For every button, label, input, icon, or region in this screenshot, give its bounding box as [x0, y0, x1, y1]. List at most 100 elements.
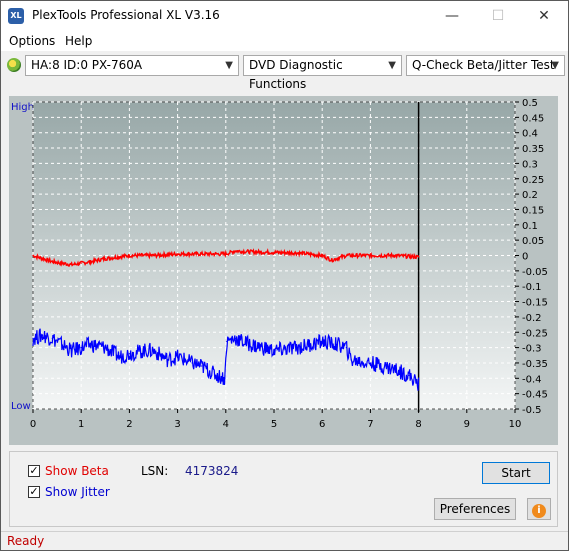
- x-tick-label: 7: [367, 419, 373, 430]
- series-point: [128, 353, 130, 355]
- lsn-value: 4173824: [185, 464, 239, 478]
- toolbar: HA:8 ID:0 PX-760A ▼ DVD Diagnostic Funct…: [1, 51, 568, 91]
- series-point: [104, 347, 106, 349]
- series-point: [224, 377, 226, 379]
- series-point: [70, 264, 73, 266]
- series-point: [297, 252, 299, 254]
- y-tick-label: 0.2: [522, 190, 538, 201]
- drive-select-value: HA:8 ID:0 PX-760A: [31, 58, 143, 72]
- series-point: [167, 359, 169, 361]
- series-point: [143, 350, 145, 352]
- series-point: [418, 256, 420, 258]
- y-tick-label: 0.05: [522, 236, 544, 247]
- y-tick-label: 0.5: [522, 98, 538, 109]
- disc-drive-icon: [7, 58, 21, 72]
- series-point: [273, 251, 275, 254]
- series-point: [331, 259, 333, 261]
- series-point: [104, 257, 106, 260]
- x-tick-label: 8: [415, 419, 421, 430]
- function-select[interactable]: DVD Diagnostic Functions ▼: [243, 55, 402, 91]
- series-point: [234, 337, 237, 339]
- controls-panel: ✓ Show Beta ✓ Show Jitter LSN: 4173824 S…: [9, 451, 558, 527]
- series-point: [51, 261, 53, 263]
- series-point: [152, 350, 155, 352]
- y-tick-label: 0.15: [522, 205, 544, 216]
- x-tick-label: 9: [464, 419, 470, 430]
- minimize-button[interactable]: —: [429, 1, 475, 31]
- info-button[interactable]: i: [527, 498, 551, 520]
- test-select-value: Q-Check Beta/Jitter Test: [412, 58, 555, 72]
- show-beta-checkbox[interactable]: ✓: [28, 465, 40, 477]
- lsn-label: LSN:: [141, 464, 169, 478]
- show-jitter-checkbox[interactable]: ✓: [28, 486, 40, 498]
- series-point: [249, 251, 251, 253]
- y-tick-label: -0.25: [522, 328, 548, 339]
- series-point: [393, 368, 396, 370]
- chart-panel: High Low 0 1 2 3 4 5 6 7 8 9 10 0.5 0.45 0.4 0.35 0.3 0…: [9, 96, 558, 445]
- series-point: [234, 250, 237, 252]
- series-point: [90, 343, 92, 346]
- drive-select[interactable]: HA:8 ID:0 PX-760A ▼: [25, 55, 239, 76]
- y-tick-label: -0.05: [522, 267, 548, 278]
- series-point: [321, 340, 323, 343]
- y-tick-label: -0.3: [522, 344, 542, 355]
- y-tick-label: -0.5: [522, 405, 542, 416]
- x-tick-label: 3: [174, 419, 180, 430]
- y-tick-label: 0.1: [522, 221, 538, 232]
- menu-options[interactable]: Options: [9, 34, 55, 48]
- series-point: [418, 383, 420, 386]
- y-tick-label: 0.45: [522, 113, 544, 124]
- y-tick-label: -0.1: [522, 282, 542, 293]
- series-point: [32, 254, 34, 257]
- menu-help[interactable]: Help: [65, 34, 92, 48]
- test-select[interactable]: Q-Check Beta/Jitter Test ▼: [406, 55, 565, 76]
- x-tick-label: 4: [223, 419, 229, 430]
- y-tick-label: -0.35: [522, 359, 548, 370]
- preferences-button[interactable]: Preferences: [434, 498, 516, 520]
- title-bar[interactable]: XL PlexTools Professional XL V3.16 — ☐ ✕: [1, 1, 568, 31]
- x-tick-label: 0: [30, 419, 36, 430]
- series-point: [345, 254, 347, 257]
- function-select-value: DVD Diagnostic Functions: [249, 58, 343, 91]
- series-point: [51, 337, 53, 339]
- y-tick-label: 0.3: [522, 159, 538, 170]
- chevron-down-icon: ▼: [551, 60, 559, 71]
- x-tick-label: 6: [319, 419, 325, 430]
- y-tick-label: 0: [522, 252, 528, 263]
- series-point: [42, 334, 44, 336]
- series-point: [32, 337, 34, 339]
- y-tick-label: -0.15: [522, 298, 548, 309]
- chevron-down-icon: ▼: [225, 60, 233, 71]
- series-point: [90, 261, 92, 263]
- start-button[interactable]: Start: [482, 462, 550, 484]
- beta-jitter-chart: 0 1 2 3 4 5 6 7 8 9 10 0.5 0.45 0.4 0.35 0.3 0.25 0.2 0.1…: [30, 98, 548, 430]
- show-beta-label[interactable]: Show Beta: [45, 464, 109, 478]
- y-tick-label: 0.35: [522, 144, 544, 155]
- series-point: [345, 347, 347, 349]
- series-point: [336, 343, 338, 346]
- series-point: [201, 365, 203, 367]
- y-tick-label: 0.4: [522, 129, 538, 140]
- y-tick-label: 0.25: [522, 175, 544, 186]
- close-button[interactable]: ✕: [521, 1, 567, 31]
- series-point: [70, 350, 73, 352]
- series-point: [369, 254, 371, 257]
- series-point: [61, 262, 63, 264]
- series-point: [191, 362, 193, 364]
- series-point: [215, 374, 217, 376]
- series-point: [249, 343, 251, 346]
- series-point: [128, 254, 130, 257]
- series-point: [273, 350, 275, 352]
- x-tick-label: 5: [271, 419, 277, 430]
- app-window: XL PlexTools Professional XL V3.16 — ☐ ✕…: [0, 0, 569, 551]
- info-icon: i: [532, 504, 546, 518]
- series-point: [152, 254, 155, 257]
- maximize-button[interactable]: ☐: [475, 1, 521, 31]
- series-point: [42, 257, 44, 260]
- menu-bar: Options Help: [1, 31, 568, 51]
- status-text: Ready: [7, 534, 45, 548]
- chevron-down-icon: ▼: [388, 60, 396, 71]
- show-jitter-label[interactable]: Show Jitter: [45, 485, 110, 499]
- app-logo-icon: XL: [8, 8, 24, 24]
- window-title: PlexTools Professional XL V3.16: [32, 8, 220, 22]
